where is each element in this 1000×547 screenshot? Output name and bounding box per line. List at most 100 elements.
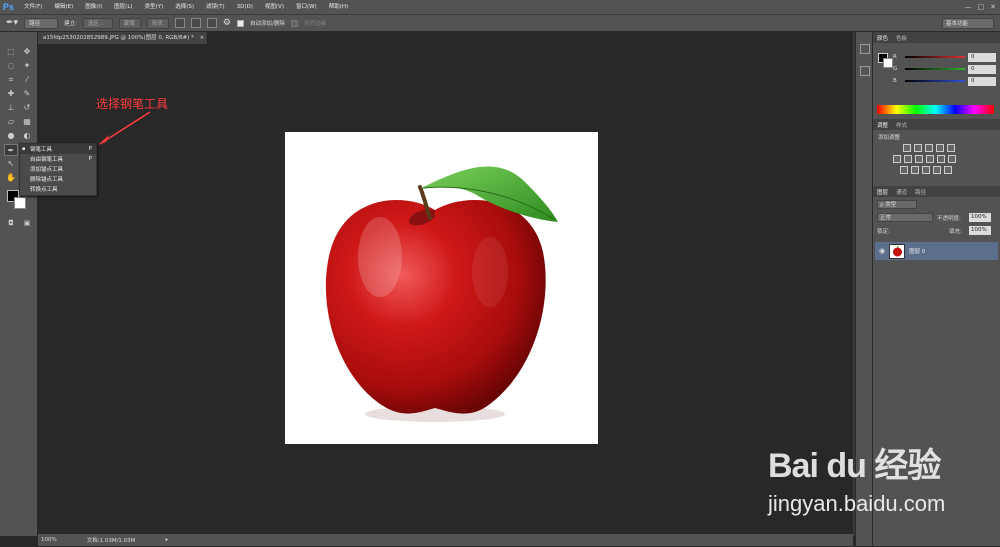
tab-adjustments[interactable]: 调整 <box>877 121 888 129</box>
magic-wand-icon[interactable]: ✦ <box>20 60 34 72</box>
flyout-item-delete-anchor[interactable]: 删除锚点工具 <box>20 174 96 184</box>
pen-tool-icon[interactable]: ✒ <box>4 144 18 156</box>
history-brush-icon[interactable]: ↺ <box>20 102 34 114</box>
hand-tool-icon[interactable]: ✋ <box>4 172 18 184</box>
lasso-tool-icon[interactable]: ◌ <box>4 60 18 72</box>
slider-b[interactable]: B 0 <box>893 75 998 87</box>
screen-mode-icon[interactable]: ▣ <box>20 217 34 229</box>
hue-saturation-icon[interactable] <box>893 155 901 163</box>
document-canvas[interactable] <box>285 132 598 444</box>
tab-layers[interactable]: 图层 <box>877 188 888 196</box>
properties-panel-icon[interactable] <box>860 66 870 76</box>
status-menu-arrow-icon[interactable]: ▸ <box>165 537 168 543</box>
eyedropper-icon[interactable]: ⁄ <box>20 74 34 86</box>
flyout-item-convert-point[interactable]: 转换点工具 <box>20 184 96 194</box>
close-tab-icon[interactable]: × <box>200 35 205 41</box>
curves-icon[interactable] <box>925 144 933 152</box>
flyout-item-add-anchor[interactable]: 添加锚点工具 <box>20 164 96 174</box>
opacity-value[interactable]: 100% <box>969 213 991 222</box>
menu-edit[interactable]: 编辑(E) <box>48 0 79 14</box>
panel-bg-swatch[interactable] <box>883 58 893 68</box>
selection-button[interactable]: 选区... <box>82 17 113 29</box>
tab-channels[interactable]: 通道 <box>896 188 907 196</box>
visibility-eye-icon[interactable]: ◉ <box>879 247 885 255</box>
menu-filter[interactable]: 滤镜(T) <box>200 0 231 14</box>
brightness-icon[interactable] <box>903 144 911 152</box>
flyout-item-pen[interactable]: ▪ 钢笔工具 P <box>20 144 96 154</box>
move-tool-icon[interactable]: ✥ <box>20 46 34 58</box>
marquee-tool-icon[interactable]: ⬚ <box>4 46 18 58</box>
menu-help[interactable]: 帮助(H) <box>323 0 354 14</box>
shape-button[interactable]: 形状 <box>146 17 169 29</box>
eraser-icon[interactable]: ▱ <box>4 116 18 128</box>
channel-mixer-icon[interactable] <box>937 155 945 163</box>
blend-mode-select[interactable]: 正常 <box>877 213 933 222</box>
color-balance-icon[interactable] <box>904 155 912 163</box>
selective-color-icon[interactable] <box>944 166 952 174</box>
path-selection-icon[interactable]: ↖ <box>4 158 18 170</box>
menu-type[interactable]: 类型(Y) <box>139 0 170 14</box>
menu-file[interactable]: 文件(F) <box>18 0 48 14</box>
tab-swatches[interactable]: 色板 <box>896 34 907 42</box>
background-color-swatch[interactable] <box>14 197 26 209</box>
slider-track[interactable] <box>905 56 965 58</box>
tab-paths[interactable]: 路径 <box>915 188 926 196</box>
tab-styles[interactable]: 样式 <box>896 121 907 129</box>
exposure-icon[interactable] <box>936 144 944 152</box>
mode-select[interactable]: 路径 <box>24 17 59 29</box>
path-arrangement-icon[interactable] <box>206 18 217 28</box>
workspace-select[interactable]: 基本功能 <box>942 18 994 29</box>
gradient-map-icon[interactable] <box>933 166 941 174</box>
path-operations-icon[interactable] <box>174 18 185 28</box>
flyout-item-freeform-pen[interactable]: 自由钢笔工具 P <box>20 154 96 164</box>
slider-track[interactable] <box>905 80 965 82</box>
gradient-tool-icon[interactable]: ▦ <box>20 116 34 128</box>
history-panel-icon[interactable] <box>860 44 870 54</box>
healing-brush-icon[interactable]: ✚ <box>4 88 18 100</box>
channel-value[interactable]: 0 <box>968 76 996 86</box>
canvas-area[interactable] <box>38 44 853 534</box>
color-lookup-icon[interactable] <box>948 155 956 163</box>
dodge-tool-icon[interactable]: ◐ <box>20 130 34 142</box>
menu-select[interactable]: 选择(S) <box>169 0 200 14</box>
menu-view[interactable]: 视图(V) <box>259 0 290 14</box>
blur-tool-icon[interactable]: ● <box>4 130 18 142</box>
clone-stamp-icon[interactable]: ⊥ <box>4 102 18 114</box>
close-button[interactable]: ✕ <box>990 0 996 14</box>
channel-value[interactable]: 0 <box>968 64 996 74</box>
brush-tool-icon[interactable]: ✎ <box>20 88 34 100</box>
menu-image[interactable]: 图像(I) <box>79 0 108 14</box>
menu-3d[interactable]: 3D(D) <box>231 0 259 14</box>
mask-button[interactable]: 蒙版 <box>118 17 141 29</box>
slider-g[interactable]: G 0 <box>893 63 998 75</box>
quick-mask-icon[interactable]: ◘ <box>4 217 18 229</box>
slider-r[interactable]: R 0 <box>893 51 998 63</box>
threshold-icon[interactable] <box>922 166 930 174</box>
document-tab[interactable]: a15fdp2530202852989.JPG @ 100%(图层 0, RGB… <box>38 32 208 44</box>
gear-icon[interactable]: ⚙ <box>223 18 231 28</box>
channel-value[interactable]: 0 <box>968 52 996 62</box>
slider-track[interactable] <box>905 68 965 70</box>
photo-filter-icon[interactable] <box>926 155 934 163</box>
levels-icon[interactable] <box>914 144 922 152</box>
fill-value[interactable]: 100% <box>969 226 991 235</box>
tab-color[interactable]: 颜色 <box>877 34 888 42</box>
menu-layer[interactable]: 图层(L) <box>108 0 138 14</box>
pen-tool-preset-icon[interactable]: ✒▾ <box>6 18 18 28</box>
posterize-icon[interactable] <box>911 166 919 174</box>
align-edges-checkbox[interactable] <box>290 19 298 27</box>
black-white-icon[interactable] <box>915 155 923 163</box>
invert-icon[interactable] <box>900 166 908 174</box>
minimize-button[interactable]: — <box>965 0 972 14</box>
menu-window[interactable]: 窗口(W) <box>290 0 323 14</box>
checkbox-icon <box>290 19 298 27</box>
layer-row[interactable]: ◉ 图层 0 <box>875 242 998 260</box>
layer-filter-select[interactable]: ρ 类型 <box>877 200 917 209</box>
vibrance-icon[interactable] <box>947 144 955 152</box>
crop-tool-icon[interactable]: ⌗ <box>4 74 18 86</box>
auto-add-checkbox[interactable] <box>237 19 244 27</box>
maximize-button[interactable]: □ <box>978 0 985 14</box>
zoom-level[interactable]: 100% <box>41 537 57 543</box>
path-alignment-icon[interactable] <box>190 18 201 28</box>
color-spectrum[interactable] <box>877 105 994 114</box>
